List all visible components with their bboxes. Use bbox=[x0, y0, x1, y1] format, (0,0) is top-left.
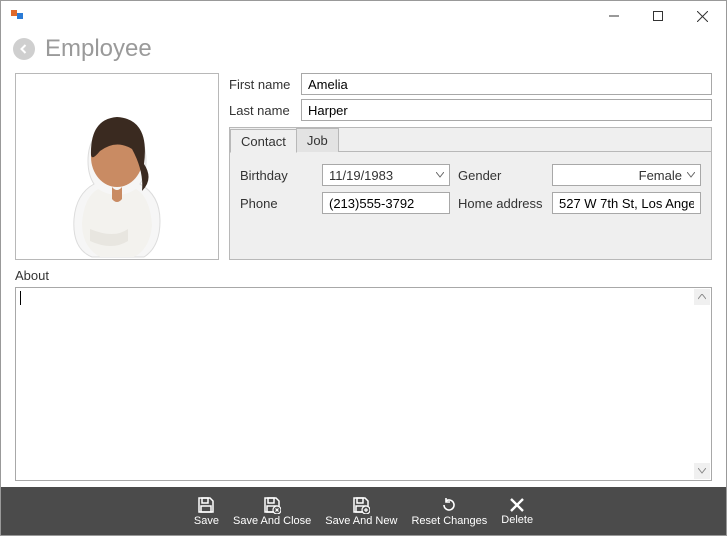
chevron-down-icon bbox=[435, 172, 445, 178]
page-title: Employee bbox=[45, 35, 152, 63]
titlebar bbox=[1, 1, 726, 31]
about-textarea[interactable] bbox=[16, 288, 693, 480]
phone-label: Phone bbox=[240, 196, 314, 211]
chevron-down-icon bbox=[686, 172, 696, 178]
employee-editor-window: Employee First name Last bbox=[0, 0, 727, 536]
first-name-label: First name bbox=[229, 77, 295, 92]
delete-button[interactable]: Delete bbox=[501, 497, 533, 526]
tab-contact[interactable]: Contact bbox=[230, 129, 297, 153]
gender-label: Gender bbox=[458, 168, 544, 183]
employee-photo[interactable] bbox=[15, 73, 219, 260]
details-tabs: Contact Job Birthday 11/19/1983 Gender bbox=[229, 127, 712, 260]
reset-changes-button[interactable]: Reset Changes bbox=[411, 496, 487, 527]
last-name-input[interactable] bbox=[301, 99, 712, 121]
page-header: Employee bbox=[1, 31, 726, 73]
tab-job[interactable]: Job bbox=[296, 128, 339, 152]
scroll-up-button[interactable] bbox=[694, 289, 710, 305]
home-address-input[interactable] bbox=[552, 192, 701, 214]
save-and-new-button[interactable]: Save And New bbox=[325, 496, 397, 527]
close-button[interactable] bbox=[680, 2, 724, 30]
save-and-close-button[interactable]: Save And Close bbox=[233, 496, 311, 527]
home-address-label: Home address bbox=[458, 196, 544, 211]
about-label: About bbox=[15, 268, 712, 283]
about-area bbox=[15, 287, 712, 481]
first-name-input[interactable] bbox=[301, 73, 712, 95]
birthday-input[interactable]: 11/19/1983 bbox=[322, 164, 450, 186]
minimize-button[interactable] bbox=[592, 2, 636, 30]
phone-input[interactable] bbox=[322, 192, 450, 214]
back-button[interactable] bbox=[13, 38, 35, 60]
bottom-toolbar: Save Save And Close Save And New Reset C… bbox=[1, 487, 726, 535]
scroll-down-button[interactable] bbox=[694, 463, 710, 479]
tab-contact-panel: Birthday 11/19/1983 Gender Female Phone bbox=[230, 152, 711, 222]
content-area: First name Last name Contact Job B bbox=[1, 73, 726, 487]
text-caret bbox=[20, 291, 21, 305]
birthday-label: Birthday bbox=[240, 168, 314, 183]
form-area: First name Last name Contact Job B bbox=[229, 73, 712, 260]
window-controls bbox=[592, 2, 724, 30]
gender-select[interactable]: Female bbox=[552, 164, 701, 186]
app-icon bbox=[9, 8, 25, 24]
maximize-button[interactable] bbox=[636, 2, 680, 30]
last-name-label: Last name bbox=[229, 103, 295, 118]
save-button[interactable]: Save bbox=[194, 496, 219, 527]
